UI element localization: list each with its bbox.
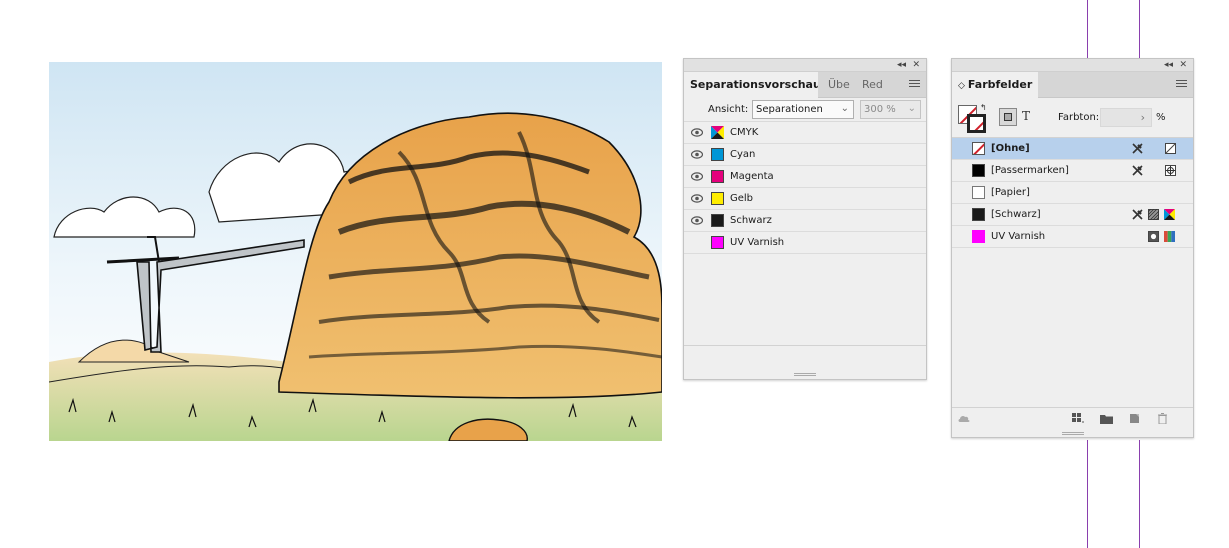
eye-icon[interactable] — [691, 216, 703, 225]
swatch-label: [Passermarken] — [991, 165, 1069, 176]
uv-varnish-swatch — [972, 230, 985, 243]
separation-row-cyan[interactable]: Cyan — [684, 144, 926, 166]
eye-icon[interactable] — [691, 128, 703, 137]
separation-label: Gelb — [730, 193, 754, 204]
formatting-text-button[interactable]: T — [1022, 109, 1030, 123]
separation-row-magenta[interactable]: Magenta — [684, 166, 926, 188]
paper-swatch — [972, 186, 985, 199]
close-icon[interactable]: ✕ — [912, 59, 920, 72]
swatch-label: [Ohne] — [991, 143, 1030, 154]
tint-unit: % — [1156, 112, 1166, 123]
view-label: Ansicht: — [708, 104, 749, 115]
artwork-illustration[interactable] — [49, 62, 662, 441]
no-edit-icon — [1132, 209, 1143, 220]
view-select-value: Separationen — [756, 104, 823, 115]
swatch-row-uv-varnish[interactable]: UV Varnish — [952, 226, 1193, 248]
tab-separations-preview[interactable]: Separationsvorschau — [684, 72, 818, 99]
swatch-label: [Schwarz] — [991, 209, 1041, 220]
separation-label: CMYK — [730, 127, 759, 138]
no-edit-icon — [1132, 165, 1143, 176]
separation-label: UV Varnish — [730, 237, 785, 248]
separations-controls: Ansicht: Separationen ⌄ 300 % ⌄ — [684, 98, 926, 122]
separation-label: Cyan — [730, 149, 756, 160]
panel-topbar[interactable]: ◂◂ ✕ — [684, 59, 926, 72]
collapse-panel-icon[interactable]: ◂◂ — [897, 59, 906, 72]
swatches-footer — [952, 407, 1193, 429]
none-swatch — [972, 142, 985, 155]
eye-icon[interactable] — [691, 194, 703, 203]
new-swatch-icon[interactable] — [1128, 413, 1141, 424]
eye-icon[interactable] — [691, 172, 703, 181]
separation-row-yellow[interactable]: Gelb — [684, 188, 926, 210]
swap-arrow-icon[interactable]: ↰ — [980, 103, 987, 112]
registration-icon — [1165, 165, 1176, 176]
chevron-right-icon[interactable]: › — [1141, 111, 1145, 124]
no-edit-icon — [1132, 143, 1143, 154]
spot-color-icon — [1148, 231, 1159, 242]
swatches-panel: ◂◂ ✕ ◇ Farbfelder ↰ T Farbton: › % [Ohne]… — [951, 58, 1194, 438]
panel-menu-icon[interactable] — [909, 80, 920, 89]
new-color-group-icon[interactable] — [1100, 413, 1113, 424]
view-select[interactable]: Separationen ⌄ — [752, 100, 854, 119]
tab-swatches[interactable]: ◇ Farbfelder — [952, 72, 1038, 99]
swatches-title: Farbfelder — [967, 78, 1033, 91]
cloud-library-icon[interactable] — [958, 413, 971, 424]
black-swatch — [972, 208, 985, 221]
magenta-swatch — [711, 170, 724, 183]
zoom-value: 300 % — [864, 104, 896, 115]
panel-topbar[interactable]: ◂◂ ✕ — [952, 59, 1193, 72]
separation-label: Schwarz — [730, 215, 772, 226]
yellow-swatch — [711, 192, 724, 205]
collapse-panel-icon[interactable]: ◂◂ — [1164, 59, 1173, 72]
tab-overprint[interactable]: Übe — [822, 72, 854, 98]
none-color-icon — [1165, 143, 1176, 154]
swatch-view-icon[interactable] — [1072, 413, 1085, 424]
swatch-label: [Papier] — [991, 187, 1030, 198]
panel-tabbar: Separationsvorschau Übe Red — [684, 72, 926, 99]
formatting-container-button[interactable] — [999, 108, 1017, 126]
separation-row-black[interactable]: Schwarz — [684, 210, 926, 232]
close-icon[interactable]: ✕ — [1179, 59, 1187, 72]
expand-collapse-icon[interactable]: ◇ — [958, 81, 965, 91]
swatch-row-black[interactable]: [Schwarz] — [952, 204, 1193, 226]
eye-icon[interactable] — [691, 150, 703, 159]
registration-swatch — [972, 164, 985, 177]
swatch-label: UV Varnish — [991, 231, 1046, 242]
resize-grip[interactable] — [1061, 432, 1084, 435]
stroke-icon[interactable] — [967, 114, 986, 133]
tab-red[interactable]: Red — [856, 72, 886, 98]
process-color-icon — [1148, 209, 1159, 220]
zoom-select[interactable]: 300 % ⌄ — [860, 100, 921, 119]
lab-color-icon — [1164, 231, 1175, 242]
trash-icon[interactable] — [1156, 413, 1169, 424]
uv-varnish-swatch — [711, 236, 724, 249]
separation-row-uv-varnish[interactable]: UV Varnish — [684, 232, 926, 254]
panel-tabbar: ◇ Farbfelder — [952, 72, 1193, 99]
separations-footer-divider — [684, 345, 926, 346]
separations-preview-panel: ◂◂ ✕ Separationsvorschau Übe Red Ansicht… — [683, 58, 927, 380]
swatch-controls: ↰ T Farbton: › % — [952, 98, 1193, 138]
tint-input[interactable]: › — [1100, 108, 1152, 127]
chevron-down-icon: ⌄ — [907, 103, 916, 114]
separation-row-cmyk[interactable]: CMYK — [684, 122, 926, 144]
cyan-swatch — [711, 148, 724, 161]
swatch-row-paper[interactable]: [Papier] — [952, 182, 1193, 204]
cmyk-icon — [711, 126, 724, 139]
black-swatch — [711, 214, 724, 227]
cmyk-icon — [1164, 209, 1175, 220]
swatch-row-registration[interactable]: [Passermarken] — [952, 160, 1193, 182]
panel-menu-icon[interactable] — [1176, 80, 1187, 89]
separation-label: Magenta — [730, 171, 774, 182]
resize-grip[interactable] — [794, 373, 816, 376]
swatch-row-none[interactable]: [Ohne] — [952, 138, 1193, 160]
chevron-down-icon: ⌄ — [840, 103, 849, 114]
tint-label: Farbton: — [1058, 112, 1100, 123]
